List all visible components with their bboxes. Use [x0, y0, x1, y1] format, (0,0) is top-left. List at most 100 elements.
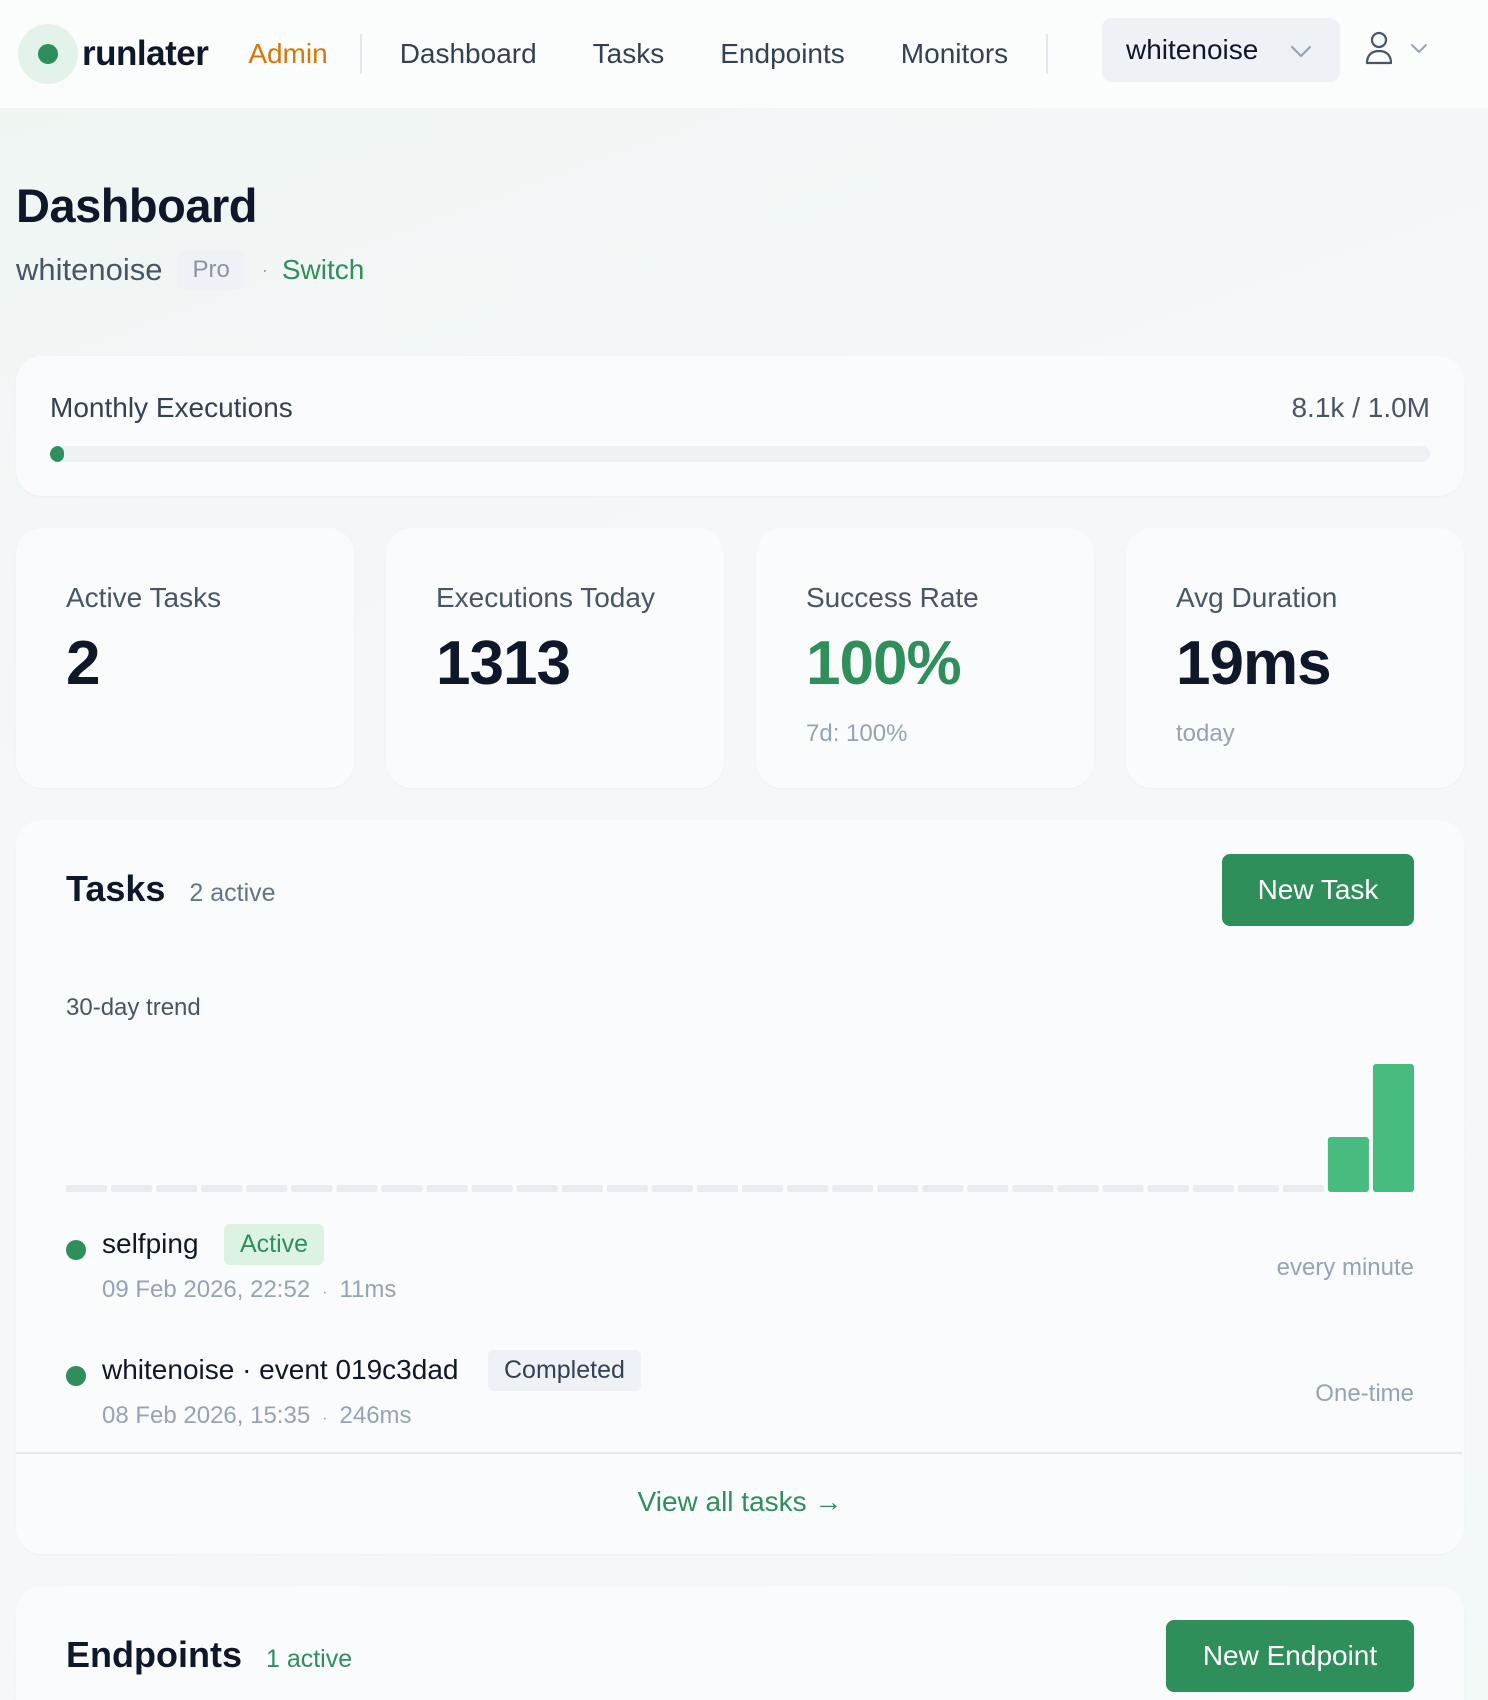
usage-value: 8.1k / 1.0M: [1291, 392, 1430, 423]
stat-value: 1313: [436, 629, 571, 698]
stat-label: Avg Duration: [1176, 582, 1338, 613]
trend-bar: [516, 1185, 558, 1192]
trend-bar: [246, 1185, 288, 1192]
trend-bar: [1327, 1136, 1369, 1192]
endpoints-title: Endpoints: [66, 1634, 242, 1675]
page-title: Dashboard: [16, 179, 258, 232]
trend-bar: [787, 1185, 829, 1192]
tasks-card: Tasks 2 active New Task 30-day trend sel…: [16, 820, 1464, 1554]
org-name: whitenoise: [16, 252, 163, 287]
task-duration: 11ms: [339, 1276, 397, 1303]
trend-bar: [156, 1185, 198, 1192]
trend-bar: [1102, 1185, 1144, 1192]
trend-bar: [381, 1185, 423, 1192]
trend-bar: [1282, 1185, 1324, 1192]
org-subtitle: whitenoise Pro · Switch: [16, 248, 364, 292]
trend-bar: [201, 1185, 243, 1192]
task-name[interactable]: whitenoise · event 019c3dad: [102, 1354, 458, 1386]
endpoints-card: Endpoints 1 active New Endpoint: [16, 1586, 1464, 1700]
usage-label: Monthly Executions: [50, 392, 293, 423]
trend-bar: [606, 1185, 648, 1192]
nav-dashboard-link[interactable]: Dashboard: [400, 38, 537, 70]
top-nav: runlater Admin Dashboard Tasks Endpoints…: [0, 0, 1488, 108]
stat-value: 100%: [806, 629, 962, 698]
task-schedule: One-time: [1315, 1380, 1414, 1407]
stat-subtext: today: [1176, 720, 1235, 747]
user-menu-button[interactable]: [1364, 30, 1430, 66]
trend-bar: [696, 1185, 738, 1192]
task-meta: 09 Feb 2026, 22:52 · 11ms: [102, 1276, 396, 1304]
task-row[interactable]: selfping Active 09 Feb 2026, 22:52 · 11ms …: [66, 1224, 1414, 1312]
trend-bar: [651, 1185, 693, 1192]
trend-label: 30-day trend: [66, 994, 201, 1021]
nav-divider: [1046, 34, 1049, 74]
chevron-down-icon: [1290, 45, 1312, 58]
meta-separator: ·: [322, 1410, 328, 1427]
trend-bar: [426, 1185, 468, 1192]
endpoints-header: Endpoints 1 active: [66, 1634, 352, 1676]
separator-dot: ·: [261, 259, 268, 280]
task-last-run: 09 Feb 2026, 22:52: [102, 1276, 311, 1303]
new-task-button[interactable]: New Task: [1222, 854, 1414, 926]
chevron-down-icon: [1411, 44, 1427, 53]
nav-divider: [359, 34, 362, 74]
endpoints-count: 1 active: [265, 1645, 353, 1673]
trend-bar: [561, 1185, 603, 1192]
trend-bar: [1237, 1185, 1279, 1192]
brand-logo[interactable]: runlater: [18, 24, 209, 84]
stat-label: Executions Today: [436, 582, 655, 613]
trend-bar: [967, 1185, 1009, 1192]
trend-bar: [1057, 1185, 1099, 1192]
nav-monitors-link[interactable]: Monitors: [901, 38, 1008, 70]
user-icon: [1365, 31, 1393, 65]
stat-subtext: 7d: 100%: [806, 720, 908, 747]
trend-bar: [1192, 1185, 1234, 1192]
task-duration: 246ms: [339, 1402, 412, 1429]
trend-bar: [742, 1185, 784, 1192]
trend-bar: [66, 1185, 108, 1192]
divider: [16, 1452, 1462, 1454]
status-badge: Active: [224, 1224, 325, 1265]
stat-label: Success Rate: [806, 582, 979, 613]
trend-bar: [877, 1185, 919, 1192]
new-endpoint-button[interactable]: New Endpoint: [1166, 1620, 1414, 1692]
status-badge: Completed: [488, 1350, 641, 1391]
trend-bar: [1372, 1064, 1414, 1192]
tasks-header: Tasks 2 active: [66, 868, 276, 910]
tasks-count: 2 active: [189, 879, 276, 907]
task-row[interactable]: whitenoise · event 019c3dad Completed 08…: [66, 1350, 1414, 1438]
nav-admin-link[interactable]: Admin: [248, 38, 327, 70]
task-name[interactable]: selfping: [102, 1228, 199, 1260]
trend-chart: [66, 1064, 1414, 1192]
trend-bar: [291, 1185, 333, 1192]
brand-name: runlater: [82, 34, 209, 73]
status-dot-icon: [66, 1366, 86, 1386]
status-dot-icon: [66, 1240, 86, 1260]
stat-value: 19ms: [1176, 629, 1332, 698]
trend-bar: [111, 1185, 153, 1192]
stat-card-success-rate: Success Rate 100% 7d: 100%: [756, 528, 1094, 788]
monthly-executions-card: Monthly Executions 8.1k / 1.0M: [16, 356, 1464, 496]
meta-separator: ·: [322, 1284, 328, 1301]
trend-bar: [922, 1185, 964, 1192]
trend-bar: [1012, 1185, 1054, 1192]
nav-endpoints-link[interactable]: Endpoints: [720, 38, 845, 70]
task-meta: 08 Feb 2026, 15:35 · 246ms: [102, 1402, 412, 1430]
trend-bar: [336, 1185, 378, 1192]
plan-badge: Pro: [178, 250, 244, 290]
trend-bar: [832, 1185, 874, 1192]
trend-bar: [1147, 1185, 1189, 1192]
stat-card-executions-today: Executions Today 1313: [386, 528, 724, 788]
stat-label: Active Tasks: [66, 582, 222, 613]
task-last-run: 08 Feb 2026, 15:35: [102, 1402, 311, 1429]
stat-card-active-tasks: Active Tasks 2: [16, 528, 354, 788]
stat-value: 2: [66, 629, 100, 698]
logo-icon: [18, 24, 78, 84]
usage-progress-bar: [50, 446, 1430, 462]
nav-tasks-link[interactable]: Tasks: [593, 38, 665, 70]
stat-card-avg-duration: Avg Duration 19ms today: [1126, 528, 1464, 788]
switch-org-link[interactable]: Switch: [282, 254, 364, 286]
org-selector[interactable]: whitenoise: [1102, 18, 1340, 82]
view-all-tasks-link[interactable]: View all tasks →: [16, 1486, 1464, 1518]
tasks-title: Tasks: [66, 868, 166, 909]
